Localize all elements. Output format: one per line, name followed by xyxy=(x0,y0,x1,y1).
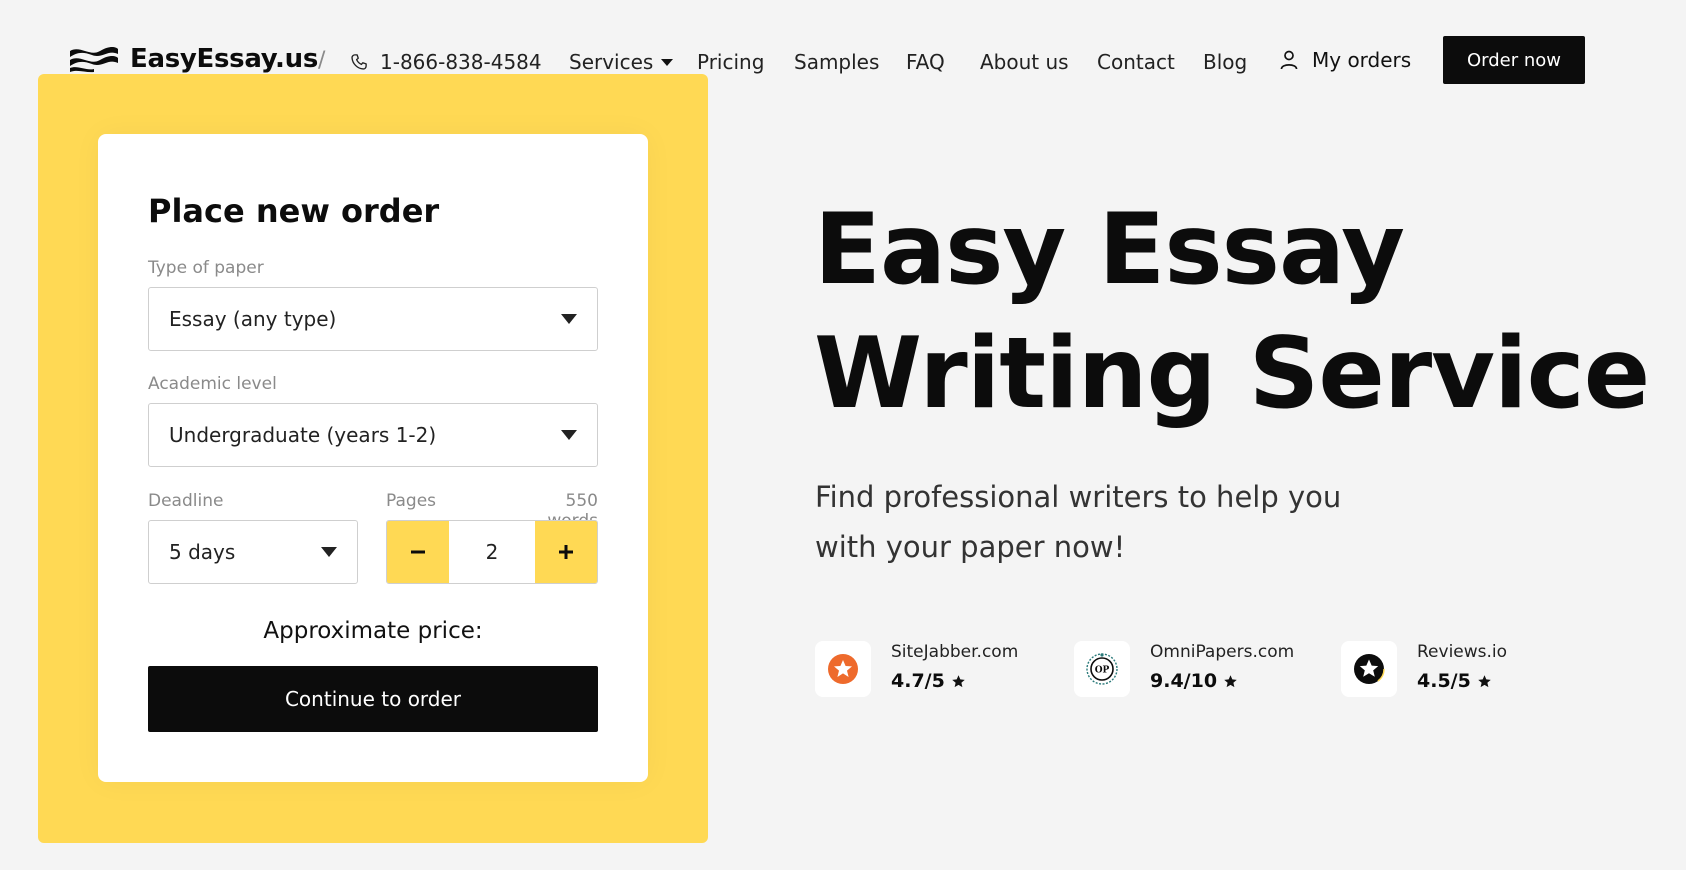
decrease-pages-button[interactable] xyxy=(387,521,449,583)
hero-title-line-2: Writing Service xyxy=(814,317,1650,431)
pages-value[interactable]: 2 xyxy=(449,521,535,583)
reviewsio-icon xyxy=(1353,653,1385,685)
dropdown-arrow-icon xyxy=(561,430,577,440)
review-sitejabber-text: SiteJabber.com 4.7/5 xyxy=(891,641,1018,692)
omnipapers-logo: OP xyxy=(1074,641,1130,697)
approximate-price-label: Approximate price: xyxy=(263,618,483,644)
my-orders-label: My orders xyxy=(1312,48,1412,72)
academic-level-select[interactable]: Undergraduate (years 1-2) xyxy=(148,403,598,467)
type-of-paper-value: Essay (any type) xyxy=(169,307,337,331)
sitejabber-logo xyxy=(815,641,871,697)
star-icon xyxy=(952,674,965,687)
nav-services[interactable]: Services xyxy=(569,50,674,74)
review-score: 4.5/5 xyxy=(1417,670,1507,692)
deadline-select[interactable]: 5 days xyxy=(148,520,358,584)
star-icon xyxy=(1224,674,1237,687)
phone-link[interactable]: 1-866-838-4584 xyxy=(350,50,542,74)
review-omnipapers[interactable]: OP OmniPapers.com 9.4/10 xyxy=(1074,641,1294,697)
academic-level-value: Undergraduate (years 1-2) xyxy=(169,423,437,447)
star-icon xyxy=(1478,674,1491,687)
plus-icon xyxy=(559,545,573,559)
nav-faq[interactable]: FAQ xyxy=(906,50,945,74)
review-score-value: 4.5/5 xyxy=(1417,670,1471,692)
site-logo[interactable]: EasyEssay.us xyxy=(68,44,318,74)
pages-label: Pages xyxy=(386,491,437,511)
increase-pages-button[interactable] xyxy=(535,521,597,583)
header-divider: / xyxy=(318,48,326,73)
phone-icon xyxy=(351,54,367,70)
deadline-value: 5 days xyxy=(169,540,236,564)
review-site-name: SiteJabber.com xyxy=(891,642,1019,662)
order-now-button[interactable]: Order now xyxy=(1443,36,1585,84)
nav-blog[interactable]: Blog xyxy=(1203,50,1247,74)
review-sitejabber[interactable]: SiteJabber.com 4.7/5 xyxy=(815,641,1018,697)
review-score: 9.4/10 xyxy=(1150,670,1294,692)
review-reviewsio[interactable]: Reviews.io 4.5/5 xyxy=(1341,641,1507,697)
my-orders-link[interactable]: My orders xyxy=(1280,48,1411,72)
hero-subtitle: Find professional writers to help you wi… xyxy=(815,480,1342,564)
review-score: 4.7/5 xyxy=(891,670,1018,692)
nav-samples[interactable]: Samples xyxy=(794,50,879,74)
review-site-name: OmniPapers.com xyxy=(1150,642,1295,662)
user-icon xyxy=(1280,50,1298,70)
type-of-paper-select[interactable]: Essay (any type) xyxy=(148,287,598,351)
pages-stepper: 2 xyxy=(386,520,598,584)
minus-icon xyxy=(411,550,425,554)
reviewsio-logo xyxy=(1341,641,1397,697)
type-of-paper-label: Type of paper xyxy=(148,258,264,278)
chevron-down-icon xyxy=(661,58,674,66)
continue-to-order-button[interactable]: Continue to order xyxy=(148,666,598,732)
nav-about-us[interactable]: About us xyxy=(980,50,1069,74)
logo-text: EasyEssay.us xyxy=(130,44,319,74)
hero-title-line-1: Easy Essay xyxy=(814,193,1405,307)
hero-title: Easy Essay Writing Service xyxy=(814,188,1650,436)
review-score-value: 4.7/5 xyxy=(891,670,945,692)
order-form-card: Place new order Type of paper Essay (any… xyxy=(98,134,648,782)
sitejabber-icon xyxy=(828,654,858,684)
review-score-value: 9.4/10 xyxy=(1150,670,1218,692)
review-reviewsio-text: Reviews.io 4.5/5 xyxy=(1417,641,1507,692)
dropdown-arrow-icon xyxy=(561,314,577,324)
omnipapers-icon: OP xyxy=(1086,653,1118,685)
nav-services-label: Services xyxy=(569,50,654,74)
dropdown-arrow-icon xyxy=(321,547,337,557)
deadline-label: Deadline xyxy=(148,491,224,511)
phone-number: 1-866-838-4584 xyxy=(380,50,542,74)
nav-contact[interactable]: Contact xyxy=(1097,50,1175,74)
review-omnipapers-text: OmniPapers.com 9.4/10 xyxy=(1150,641,1294,692)
nav-pricing[interactable]: Pricing xyxy=(697,50,764,74)
academic-level-label: Academic level xyxy=(148,374,277,394)
logo-icon xyxy=(70,47,118,73)
svg-text:OP: OP xyxy=(1095,666,1110,676)
review-site-name: Reviews.io xyxy=(1417,642,1508,662)
order-form-title: Place new order xyxy=(148,192,440,230)
